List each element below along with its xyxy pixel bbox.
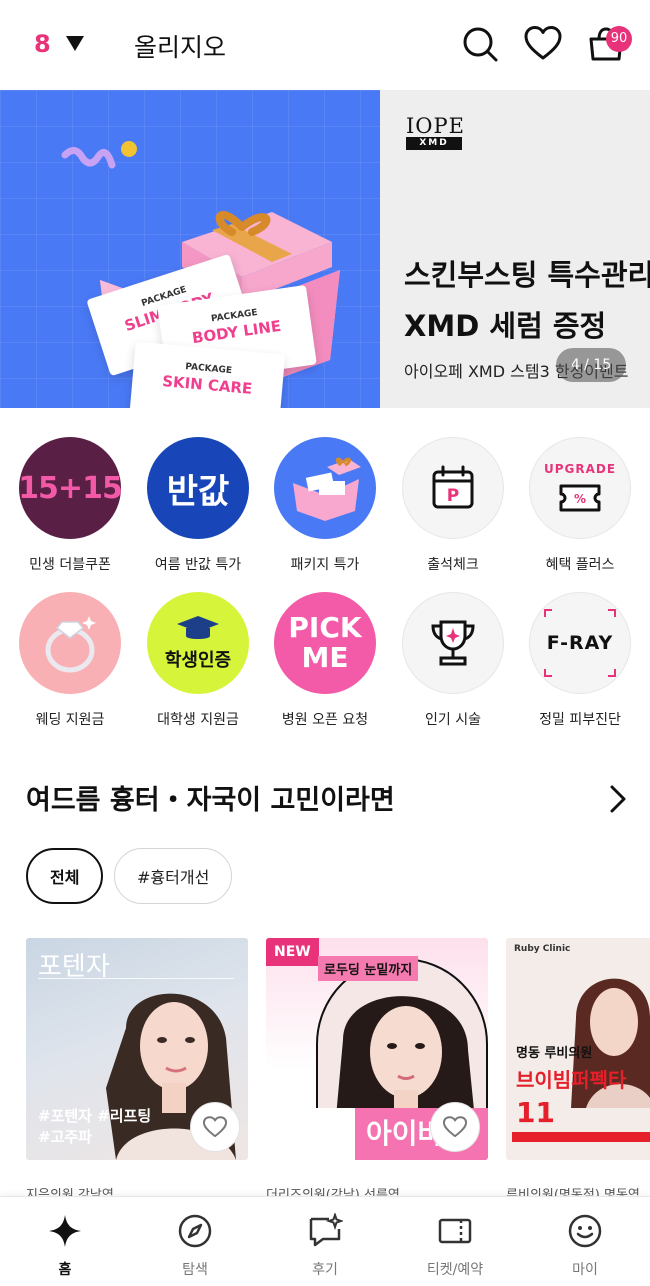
home-sparkle-icon bbox=[49, 1215, 81, 1247]
bottom-navigation: 홈 탐색 후기 티켓/예약 마이 bbox=[0, 1196, 650, 1286]
category-skin-diagnosis[interactable]: F-RAY 정밀 피부진단 bbox=[515, 592, 645, 729]
location-count[interactable]: 8 bbox=[34, 30, 51, 58]
category-attendance[interactable]: P 출석체크 bbox=[388, 437, 518, 574]
compass-icon bbox=[178, 1214, 212, 1248]
nav-tickets[interactable]: 티켓/예약 bbox=[390, 1213, 520, 1279]
nav-reviews[interactable]: 후기 bbox=[260, 1213, 390, 1279]
category-package[interactable]: 패키지 특가 bbox=[260, 437, 390, 574]
search-icon[interactable] bbox=[460, 24, 500, 64]
smile-icon bbox=[568, 1214, 602, 1248]
gold-ball-icon bbox=[121, 141, 137, 157]
filter-chip-scar[interactable]: #흉터개선 bbox=[114, 848, 233, 904]
calendar-icon: P bbox=[432, 465, 474, 509]
brand-logo: IOPE XMD bbox=[406, 114, 465, 150]
page-title[interactable]: 올리지오 bbox=[134, 28, 226, 64]
svg-text:P: P bbox=[447, 486, 459, 506]
category-hospital-request[interactable]: PICK ME 병원 오픈 요청 bbox=[260, 592, 390, 729]
location-dropdown-icon[interactable] bbox=[66, 36, 84, 51]
ticket-icon bbox=[438, 1218, 472, 1244]
graduation-cap-icon bbox=[177, 616, 219, 639]
favorite-button[interactable] bbox=[190, 1102, 240, 1152]
trophy-icon bbox=[431, 620, 475, 666]
new-badge: NEW bbox=[266, 938, 319, 966]
category-student[interactable]: 학생인증 대학생 지원금 bbox=[133, 592, 263, 729]
nav-home[interactable]: 홈 bbox=[0, 1213, 130, 1279]
heart-icon[interactable] bbox=[523, 24, 563, 64]
confetti-icon bbox=[61, 147, 116, 169]
promo-banner[interactable]: PACKAGE SLIM BODY PACKAGE BODY LINE PACK… bbox=[0, 90, 650, 408]
filter-chip-all[interactable]: 전체 bbox=[26, 848, 104, 904]
banner-title: 스킨부스팅 특수관리 XMD 세럼 증정 bbox=[404, 258, 650, 343]
heart-icon bbox=[442, 1116, 468, 1138]
gift-box-icon bbox=[293, 457, 361, 521]
coupon-icon: % bbox=[559, 484, 601, 512]
section-title: 여드름 흉터・자국이 고민이라면 bbox=[26, 785, 395, 816]
svg-text:%: % bbox=[574, 492, 586, 506]
app-header: 8 올리지오 90 bbox=[0, 0, 650, 90]
category-half-price[interactable]: 반값 여름 반값 특가 bbox=[133, 437, 263, 574]
category-double-coupon[interactable]: 15+15 민생 더블쿠폰 bbox=[5, 437, 135, 574]
banner-illustration: PACKAGE SLIM BODY PACKAGE BODY LINE PACK… bbox=[0, 90, 380, 408]
category-wedding[interactable]: 웨딩 지원금 bbox=[5, 592, 135, 729]
review-icon bbox=[309, 1213, 343, 1247]
category-popular-treatment[interactable]: 인기 시술 bbox=[388, 592, 518, 729]
ring-icon bbox=[45, 616, 96, 673]
cart-count-badge: 90 bbox=[606, 26, 632, 52]
nav-explore[interactable]: 탐색 bbox=[130, 1213, 260, 1279]
nav-my[interactable]: 마이 bbox=[520, 1213, 650, 1279]
heart-icon bbox=[202, 1116, 228, 1138]
treatment-card[interactable]: 포텐자 #포텐자 #리프팅 #고주파 bbox=[26, 938, 248, 1160]
treatment-card[interactable]: NEW 로두딩 눈밑까지 아이바 bbox=[266, 938, 488, 1160]
favorite-button[interactable] bbox=[430, 1102, 480, 1152]
category-benefit-plus[interactable]: UPGRADE % 혜택 플러스 bbox=[515, 437, 645, 574]
banner-page-indicator[interactable]: 4 / 15 bbox=[556, 348, 626, 382]
chevron-right-icon[interactable] bbox=[606, 784, 630, 814]
treatment-card[interactable]: Ruby Clinic 명동 루비의원 브이빔퍼펙타 11 bbox=[506, 938, 650, 1160]
